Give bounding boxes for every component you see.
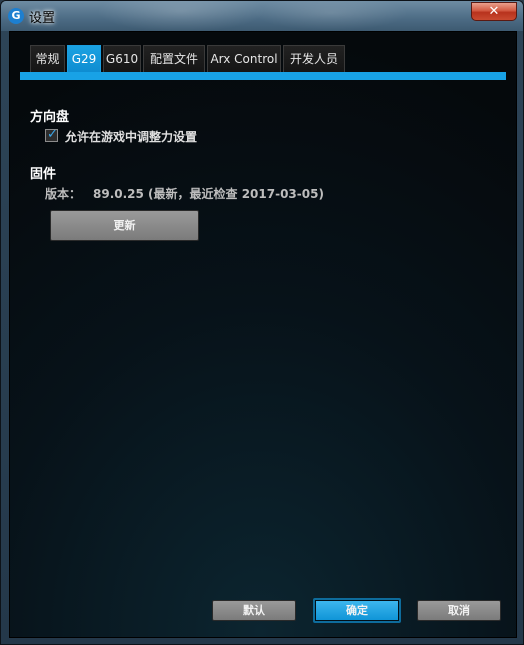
force-settings-checkbox[interactable]: ✓	[45, 127, 58, 142]
default-button[interactable]: 默认	[212, 600, 296, 621]
settings-panel: 常规 G29 G610 配置文件 Arx Control 开发人员 方向盘 ✓ …	[9, 31, 517, 638]
close-icon: ✕	[488, 4, 500, 19]
firmware-section-title: 固件	[30, 167, 57, 182]
close-button[interactable]: ✕	[471, 2, 517, 21]
steering-section-title: 方向盘	[30, 110, 70, 125]
tab-g610[interactable]: G610	[103, 45, 141, 72]
settings-window: G 设置 ✕ 常规 G29 G610 配置文件 Arx Control 开发人员…	[0, 0, 524, 645]
version-label: 版本：	[45, 187, 82, 201]
force-settings-label[interactable]: 允许在游戏中调整力设置	[65, 128, 197, 145]
checkmark-icon: ✓	[47, 127, 58, 142]
tab-underline	[20, 72, 506, 80]
window-title: 设置	[29, 11, 56, 26]
version-value: 89.0.25 (最新，最近检查 2017-03-05)	[93, 187, 324, 201]
tab-general[interactable]: 常规	[30, 45, 65, 72]
logitech-logo-icon: G	[8, 8, 24, 24]
tab-g29[interactable]: G29	[67, 45, 101, 74]
tab-arx-control[interactable]: Arx Control	[207, 45, 281, 72]
cancel-button[interactable]: 取消	[417, 600, 501, 621]
title-bar[interactable]: G 设置 ✕	[1, 1, 523, 31]
update-button[interactable]: 更新	[50, 210, 199, 241]
tab-profiles[interactable]: 配置文件	[143, 45, 205, 72]
ok-button[interactable]: 确定	[313, 598, 401, 623]
tab-developer[interactable]: 开发人员	[283, 45, 345, 72]
